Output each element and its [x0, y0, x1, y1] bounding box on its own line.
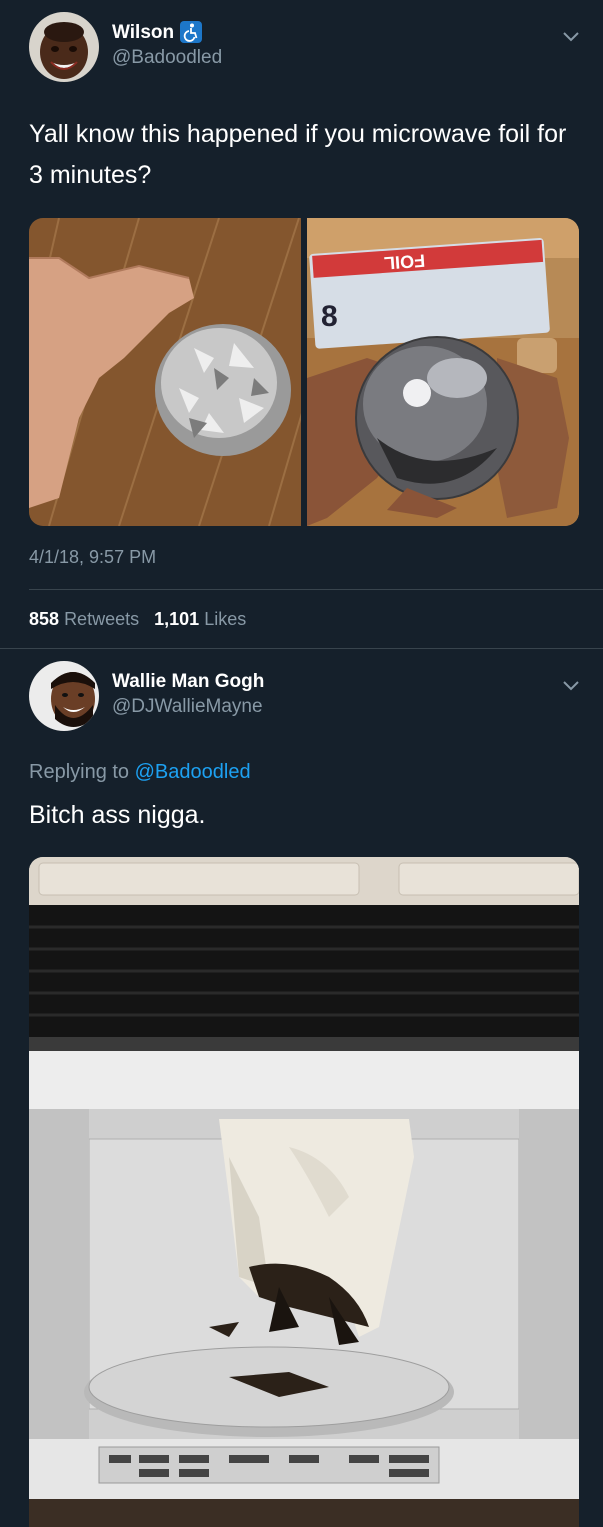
replying-to: Replying to @Badoodled — [29, 761, 251, 784]
foil-box-label: FOIL — [383, 250, 425, 273]
retweets-count: 858 — [29, 609, 60, 629]
foil-ball-image — [29, 218, 301, 526]
retweets-label: Retweets — [64, 609, 140, 629]
tweet-photo-foil-ball[interactable] — [29, 218, 301, 526]
likes-count: 1,101 — [154, 609, 200, 629]
tweet-timestamp[interactable]: 4/1/18, 9:57 PM — [29, 547, 156, 568]
tweet-stats: 858 Retweets 1,101 Likes — [29, 609, 246, 630]
tweet-photo-microwave[interactable] — [29, 857, 579, 1527]
avatar-wallie-image — [29, 661, 99, 731]
author-name[interactable]: Wilson — [112, 22, 174, 44]
replying-to-prefix: Replying to — [29, 761, 130, 783]
metal-sphere-image: FOIL 8 — [307, 218, 579, 526]
accessibility-icon — [180, 21, 202, 43]
tweet-text: Bitch ass nigga. — [29, 801, 206, 829]
chevron-down-icon[interactable] — [561, 675, 581, 695]
tweet-reply: Wallie Man Gogh @DJWallieMayne Replying … — [0, 649, 603, 1527]
foil-box-number: 8 — [321, 300, 338, 333]
avatar-wilson[interactable] — [29, 12, 99, 82]
avatar-wilson-image — [29, 12, 99, 82]
replying-to-link[interactable]: @Badoodled — [135, 761, 251, 783]
tweet-photo-metal-sphere[interactable]: FOIL 8 — [307, 218, 579, 526]
author-handle[interactable]: @DJWallieMayne — [112, 696, 263, 718]
likes-label: Likes — [204, 609, 247, 629]
likes-stat[interactable]: 1,101 Likes — [154, 609, 246, 629]
retweets-stat[interactable]: 858 Retweets — [29, 609, 144, 629]
author-handle[interactable]: @Badoodled — [112, 47, 222, 69]
author-name[interactable]: Wallie Man Gogh — [112, 671, 264, 693]
microwave-image — [29, 857, 579, 1527]
divider — [29, 589, 603, 590]
chevron-down-icon[interactable] — [561, 26, 581, 46]
author-name-text: Wilson — [112, 22, 175, 43]
avatar-wallie[interactable] — [29, 661, 99, 731]
tweet-text: Yall know this happened if you microwave… — [29, 120, 567, 189]
tweet-main: Wilson @Badoodled Yall know this happene… — [0, 0, 603, 648]
